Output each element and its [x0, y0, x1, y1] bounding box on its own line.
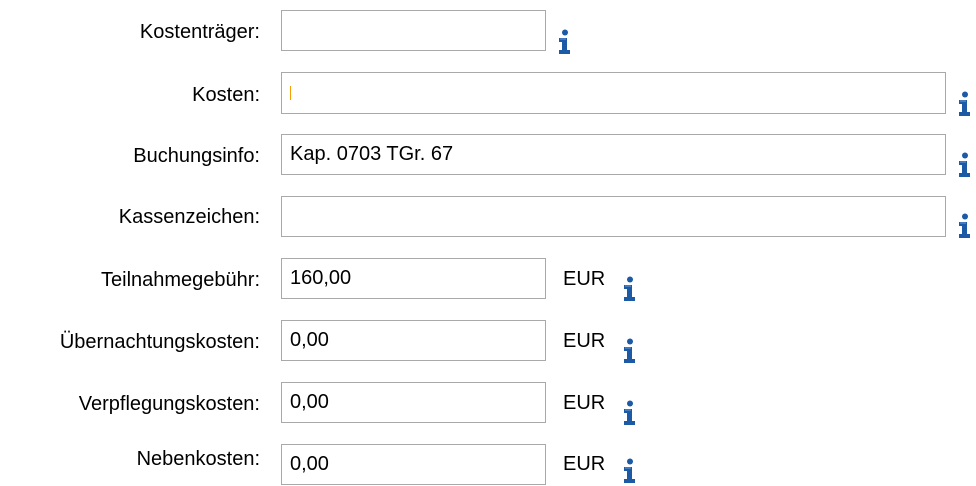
currency-label: EUR [563, 268, 606, 290]
catering-costs-label: Verpflegungskosten: [78, 393, 260, 415]
costs-input[interactable] [281, 72, 946, 114]
additional-costs-label: Nebenkosten: [136, 448, 260, 470]
cash-reference-input[interactable] [281, 196, 946, 237]
currency-label: EUR [563, 392, 606, 414]
info-icon[interactable] [621, 458, 639, 484]
info-icon[interactable] [956, 152, 974, 178]
info-icon[interactable] [956, 91, 974, 117]
booking-info-label: Buchungsinfo: [133, 145, 260, 167]
costs-label: Kosten: [192, 84, 260, 106]
booking-info-input[interactable] [281, 134, 946, 175]
currency-label: EUR [563, 453, 606, 475]
currency-label: EUR [563, 330, 606, 352]
catering-costs-input[interactable] [281, 382, 546, 423]
text-cursor [290, 86, 291, 100]
accommodation-costs-input[interactable] [281, 320, 546, 361]
accommodation-costs-label: Übernachtungskosten: [59, 331, 260, 353]
additional-costs-input[interactable] [281, 444, 546, 485]
cost-bearer-label: Kostenträger: [139, 21, 260, 43]
info-icon[interactable] [621, 338, 639, 364]
cost-bearer-input[interactable] [281, 10, 546, 51]
cash-reference-label: Kassenzeichen: [118, 206, 260, 228]
info-icon[interactable] [621, 276, 639, 302]
participation-fee-input[interactable] [281, 258, 546, 299]
participation-fee-label: Teilnahmegebühr: [101, 269, 260, 291]
info-icon[interactable] [621, 400, 639, 426]
info-icon[interactable] [956, 213, 974, 239]
info-icon[interactable] [556, 29, 574, 55]
